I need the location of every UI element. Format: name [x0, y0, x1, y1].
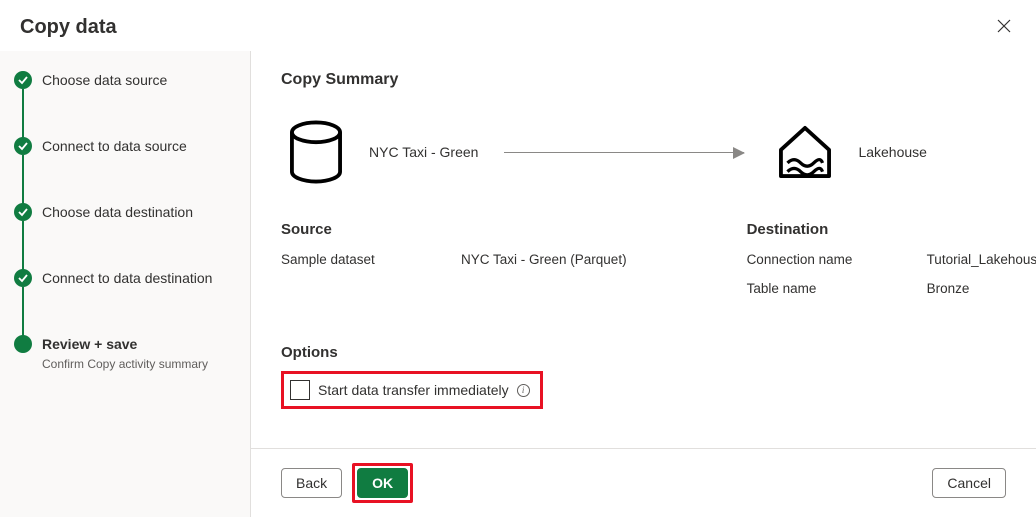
lakehouse-icon: [770, 117, 840, 187]
detail-key: Sample dataset: [281, 252, 461, 267]
step-review-save[interactable]: Review + save Confirm Copy activity summ…: [14, 335, 250, 371]
dialog-footer: Back OK Cancel: [251, 448, 1036, 517]
step-label: Connect to data destination: [42, 269, 250, 287]
check-icon: [14, 203, 32, 221]
source-column: Source Sample dataset NYC Taxi - Green (…: [281, 221, 627, 310]
current-step-icon: [14, 335, 32, 353]
step-choose-data-source[interactable]: Choose data source: [14, 71, 250, 89]
dialog-header: Copy data: [0, 0, 1036, 51]
step-label: Choose data destination: [42, 203, 250, 221]
step-connect-to-data-destination[interactable]: Connect to data destination: [14, 269, 250, 287]
destination-name: Lakehouse: [858, 144, 927, 160]
check-icon: [14, 269, 32, 287]
detail-row: Sample dataset NYC Taxi - Green (Parquet…: [281, 252, 627, 267]
close-icon: [996, 18, 1012, 34]
info-icon[interactable]: i: [517, 384, 530, 397]
cancel-button[interactable]: Cancel: [932, 468, 1006, 498]
check-icon: [14, 137, 32, 155]
options-section: Options Start data transfer immediately …: [281, 344, 1006, 409]
details-section: Source Sample dataset NYC Taxi - Green (…: [281, 221, 1006, 310]
check-icon: [14, 71, 32, 89]
main-panel: Copy Summary NYC Taxi - Green Lakehouse …: [251, 51, 1036, 517]
back-button[interactable]: Back: [281, 468, 342, 498]
source-name: NYC Taxi - Green: [369, 144, 478, 160]
start-transfer-checkbox[interactable]: [290, 380, 310, 400]
summary-diagram: NYC Taxi - Green Lakehouse: [281, 117, 1006, 187]
destination-heading: Destination: [747, 221, 1036, 238]
destination-column: Destination Connection name Tutorial_Lak…: [747, 221, 1036, 310]
detail-value: Bronze: [927, 281, 970, 296]
ok-highlight: OK: [352, 463, 413, 503]
detail-value: NYC Taxi - Green (Parquet): [461, 252, 627, 267]
detail-key: Connection name: [747, 252, 927, 267]
checkbox-label: Start data transfer immediately: [318, 382, 509, 398]
step-sublabel: Confirm Copy activity summary: [42, 357, 250, 371]
step-label: Review + save: [42, 335, 250, 353]
detail-row: Table name Bronze: [747, 281, 1036, 296]
close-button[interactable]: [992, 14, 1016, 41]
wizard-sidebar: Choose data source Connect to data sourc…: [0, 51, 251, 517]
step-label: Connect to data source: [42, 137, 250, 155]
option-highlight: Start data transfer immediately i: [281, 371, 543, 409]
options-heading: Options: [281, 344, 1006, 361]
step-choose-data-destination[interactable]: Choose data destination: [14, 203, 250, 221]
detail-value: Tutorial_Lakehouse: [927, 252, 1036, 267]
panel-title: Copy Summary: [281, 71, 1006, 89]
step-label: Choose data source: [42, 71, 250, 89]
ok-button[interactable]: OK: [357, 468, 408, 498]
source-heading: Source: [281, 221, 627, 238]
detail-row: Connection name Tutorial_Lakehouse: [747, 252, 1036, 267]
detail-key: Table name: [747, 281, 927, 296]
database-icon: [281, 117, 351, 187]
dialog-title: Copy data: [20, 16, 117, 39]
arrow-icon: [504, 152, 744, 153]
step-connect-to-data-source[interactable]: Connect to data source: [14, 137, 250, 155]
